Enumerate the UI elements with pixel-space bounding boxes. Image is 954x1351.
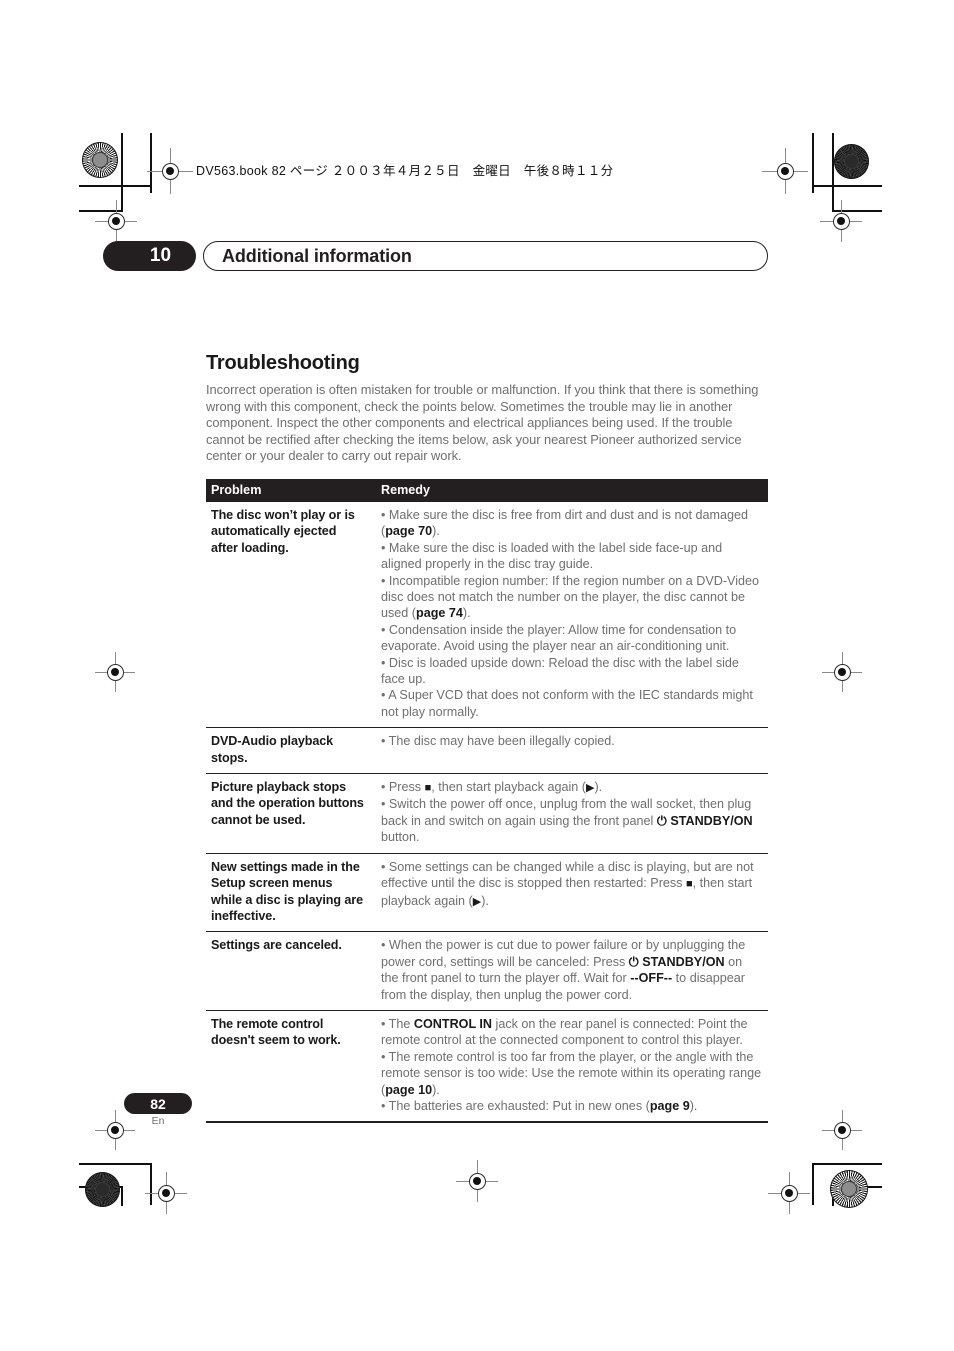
crop-line-top-right-vertical — [812, 133, 814, 193]
registration-crosshair-left-upper — [95, 200, 137, 242]
table-row: The remote control doesn't seem to work.… — [206, 1010, 768, 1124]
registration-crosshair-top-left — [147, 148, 193, 194]
table-cell-remedy: • Some settings can be changed while a d… — [371, 853, 768, 933]
table-cell-problem: New settings made in the Setup screen me… — [206, 853, 371, 933]
crop-line-bottom-left-horizontal — [79, 1163, 151, 1165]
page-language-label: En — [151, 1115, 165, 1127]
registration-crosshair-right-lower — [822, 1110, 862, 1150]
chapter-title-pill: Additional information — [203, 241, 768, 271]
crop-line-top-right-horizontal — [812, 185, 882, 187]
intro-paragraph: Incorrect operation is often mistaken fo… — [206, 382, 759, 464]
table-row: Settings are canceled. • When the power i… — [206, 931, 768, 1011]
page-title: Troubleshooting — [206, 352, 360, 374]
table-cell-remedy: • The CONTROL IN jack on the rear panel … — [371, 1010, 768, 1124]
table-cell-problem: Settings are canceled. — [206, 931, 371, 1011]
registration-crosshair-right-middle — [822, 652, 862, 692]
registration-crosshair-left-middle — [95, 652, 135, 692]
table-row: DVD-Audio playback stops. • The disc may … — [206, 727, 768, 775]
registration-crosshair-bottom-right — [768, 1172, 810, 1214]
registration-rosette-top-right — [834, 144, 869, 179]
registration-crosshair-bottom-left — [145, 1172, 187, 1214]
table-cell-remedy: • The disc may have been illegally copie… — [371, 727, 768, 775]
page-number-badge: 82 — [124, 1093, 192, 1114]
chapter-number-badge: 10 — [103, 241, 196, 271]
table-cell-problem: The remote control doesn't seem to work. — [206, 1010, 371, 1124]
crop-line-bottom-right-horizontal — [812, 1163, 882, 1165]
table-cell-problem: Picture playback stops and the operation… — [206, 773, 371, 854]
registration-crosshair-bottom-center — [456, 1160, 498, 1202]
table-header-row: Problem Remedy — [206, 478, 768, 502]
table-row: New settings made in the Setup screen me… — [206, 853, 768, 933]
crop-line-bottom-left-vertical-2 — [121, 1186, 123, 1206]
table-cell-remedy: • When the power is cut due to power fai… — [371, 931, 768, 1011]
registration-crosshair-top-right — [762, 148, 808, 194]
table-header-problem: Problem — [206, 478, 371, 502]
table-cell-problem: DVD-Audio playback stops. — [206, 727, 371, 775]
registration-rosette-bottom-right — [830, 1170, 868, 1208]
registration-rosette-bottom-left — [85, 1172, 120, 1207]
crop-line-bottom-right-vertical — [812, 1163, 814, 1205]
crop-line-top-left-horizontal — [79, 185, 151, 187]
chapter-band: 10 Additional information — [103, 241, 768, 271]
chapter-title: Additional information — [222, 245, 412, 266]
registration-rosette-top-left — [82, 142, 118, 178]
table-cell-remedy: • Make sure the disc is free from dirt a… — [371, 501, 768, 729]
table-cell-remedy: • Press ■, then start playback again (▶)… — [371, 773, 768, 854]
page-content: Troubleshooting Incorrect operation is o… — [206, 352, 768, 1124]
table-row: Picture playback stops and the operation… — [206, 773, 768, 854]
table-cell-problem: The disc won’t play or is automatically … — [206, 501, 371, 729]
troubleshooting-table: Problem Remedy The disc won’t play or is… — [206, 478, 768, 1124]
registration-crosshair-right-upper — [820, 200, 862, 242]
troubleshooting-table-body: The disc won’t play or is automatically … — [206, 501, 768, 1124]
table-header-remedy: Remedy — [371, 478, 768, 502]
table-row: The disc won’t play or is automatically … — [206, 501, 768, 729]
file-info-header: DV563.book 82 ページ ２００３年４月２５日 金曜日 午後８時１１分 — [196, 164, 614, 178]
